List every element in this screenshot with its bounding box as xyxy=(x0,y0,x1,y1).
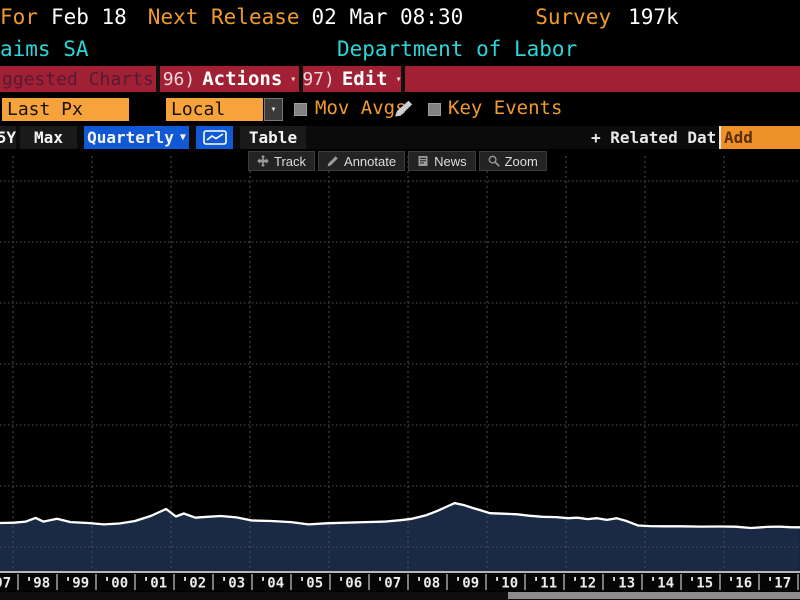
tab-max-label: Max xyxy=(34,128,63,147)
x-axis-label: '07 xyxy=(376,576,401,592)
release-date: Feb 18 xyxy=(51,5,127,29)
caret-down-icon: ▼ xyxy=(180,132,186,143)
header-row-security: aims SA Department of Labor xyxy=(0,34,800,64)
chart-plot[interactable]: '97 '98 '99 '00 '01 '02 '03 '04 '05 '06 '07 '08 '09 '… xyxy=(0,150,800,600)
edit-pencil-icon[interactable] xyxy=(394,100,414,118)
tab-5y[interactable]: 5Y xyxy=(0,126,16,149)
header-row-release: For Feb 18 Next Release 02 Mar 08:30 Sur… xyxy=(0,2,800,32)
actions-label: Actions xyxy=(202,68,282,90)
x-axis-label: '16 xyxy=(727,576,752,592)
local-ccy-field[interactable]: Local CCY xyxy=(166,98,263,121)
release-for-label: For xyxy=(0,5,38,29)
pencil-icon xyxy=(327,155,339,167)
x-axis-label: '00 xyxy=(103,576,128,592)
caret-down-icon: ▾ xyxy=(290,74,296,85)
track-label: Track xyxy=(274,154,306,169)
terminal-screen: For Feb 18 Next Release 02 Mar 08:30 Sur… xyxy=(0,0,800,600)
tab-bar: 5Y Max Quarterly ▼ Table + Related Dat A… xyxy=(0,126,800,149)
tab-max[interactable]: Max xyxy=(20,126,77,149)
key-events-checkbox[interactable] xyxy=(428,103,441,116)
track-move-icon xyxy=(257,155,269,167)
x-axis-label: '06 xyxy=(337,576,362,592)
annotate-button[interactable]: Annotate xyxy=(318,151,405,171)
horizontal-scrollbar-thumb[interactable] xyxy=(508,592,800,599)
mov-avgs-label: Mov Avgs xyxy=(315,97,407,119)
x-axis-label: '12 xyxy=(571,576,596,592)
x-axis-label: '15 xyxy=(688,576,713,592)
tab-table[interactable]: Table xyxy=(240,126,306,149)
edit-label: Edit xyxy=(342,68,388,90)
x-axis-label: '09 xyxy=(454,576,479,592)
x-axis-label: '98 xyxy=(25,576,50,592)
tab-quarterly-label: Quarterly xyxy=(87,128,174,147)
menu-bar-filler xyxy=(405,66,800,92)
tab-chart-type[interactable] xyxy=(196,126,233,149)
security-name: aims SA xyxy=(0,37,89,61)
data-source: Department of Labor xyxy=(337,37,577,61)
x-axis-label: '17 xyxy=(766,576,791,592)
annotate-label: Annotate xyxy=(344,154,396,169)
next-release-time: 02 Mar 08:30 xyxy=(312,5,464,29)
x-axis-label: '02 xyxy=(181,576,206,592)
chart-line-icon xyxy=(203,130,227,145)
caret-down-icon: ▾ xyxy=(270,104,276,115)
x-axis-label: '13 xyxy=(610,576,635,592)
x-axis-label: '10 xyxy=(493,576,518,592)
magnifier-icon xyxy=(488,155,500,167)
x-axis-label: '03 xyxy=(220,576,245,592)
caret-down-icon: ▾ xyxy=(396,74,401,85)
news-label: News xyxy=(434,154,467,169)
news-button[interactable]: News xyxy=(408,151,476,171)
related-data-label: + Related Dat xyxy=(591,128,716,147)
add-data-field[interactable]: Add Data xyxy=(719,126,800,149)
tab-5y-label: 5Y xyxy=(0,128,16,147)
last-px-field[interactable]: Last Px xyxy=(2,98,129,121)
x-axis-label: '14 xyxy=(649,576,674,592)
menu-bar: ggested Charts 96) Actions ▾ 97) Edit ▾ xyxy=(0,66,800,92)
suggested-charts-button[interactable]: ggested Charts xyxy=(0,66,156,92)
x-axis-label: '08 xyxy=(415,576,440,592)
edit-number: 97) xyxy=(303,69,335,90)
suggested-charts-label: ggested Charts xyxy=(0,69,154,90)
survey-value: 197k xyxy=(628,5,679,29)
mov-avgs-checkbox[interactable] xyxy=(294,103,307,116)
zoom-button[interactable]: Zoom xyxy=(479,151,547,171)
key-events-label: Key Events xyxy=(448,97,562,119)
survey-label: Survey xyxy=(535,5,611,29)
x-axis-label: '97 xyxy=(0,576,11,592)
tab-quarterly[interactable]: Quarterly ▼ xyxy=(84,126,189,149)
field-bar: Last Px Local CCY ▾ Mov Avgs Key Events xyxy=(0,94,800,125)
ccy-dropdown-button[interactable]: ▾ xyxy=(264,98,283,121)
x-axis-label: '04 xyxy=(259,576,284,592)
news-icon xyxy=(417,155,429,167)
tab-table-label: Table xyxy=(249,128,297,147)
x-axis-label: '01 xyxy=(142,576,167,592)
actions-number: 96) xyxy=(163,69,196,90)
related-data-button[interactable]: + Related Dat xyxy=(591,126,716,149)
edit-button[interactable]: 97) Edit ▾ xyxy=(303,66,401,92)
chart-toolbar: Track Annotate News Zoom xyxy=(248,151,547,171)
next-release-label: Next Release xyxy=(148,5,300,29)
x-axis-label: '05 xyxy=(298,576,323,592)
x-axis-label: '11 xyxy=(532,576,557,592)
series-area-fill xyxy=(0,503,800,572)
x-axis-label: '99 xyxy=(64,576,89,592)
track-button[interactable]: Track xyxy=(248,151,315,171)
actions-button[interactable]: 96) Actions ▾ xyxy=(160,66,299,92)
zoom-label: Zoom xyxy=(505,154,538,169)
